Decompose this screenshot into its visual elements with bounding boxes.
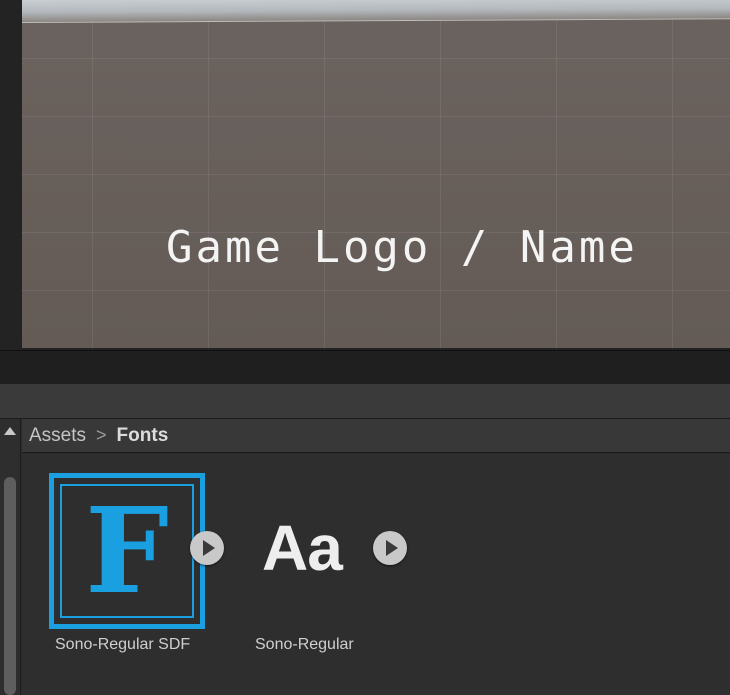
panel-splitter[interactable] — [0, 350, 730, 385]
font-file-icon[interactable]: Aa — [262, 516, 343, 580]
sdf-icon-frame: F — [60, 484, 194, 618]
scrollbar-thumb[interactable] — [4, 477, 16, 695]
project-toolbar — [0, 384, 730, 419]
scene-horizon — [22, 0, 730, 23]
triangle-up-icon[interactable] — [4, 427, 16, 435]
play-icon[interactable] — [190, 531, 224, 565]
asset-label: Sono-Regular SDF — [55, 636, 191, 653]
breadcrumb: Assets > Fonts — [22, 419, 730, 453]
breadcrumb-fonts[interactable]: Fonts — [117, 425, 169, 447]
font-asset-sdf-icon[interactable]: F — [49, 473, 205, 629]
vertical-scrollbar[interactable] — [0, 419, 21, 695]
assets-grid: F Sono-Regular SDF Aa Sono-Regular — [22, 454, 730, 695]
play-icon[interactable] — [373, 531, 407, 565]
scene-title-text[interactable]: Game Logo / Name — [166, 222, 638, 273]
scene-canvas[interactable]: Game Logo / Name — [22, 0, 730, 348]
breadcrumb-assets[interactable]: Assets — [29, 425, 86, 447]
sdf-icon-glyph: F — [85, 481, 169, 620]
scene-view[interactable]: Game Logo / Name — [0, 0, 730, 350]
asset-label: Sono-Regular — [255, 636, 354, 653]
scene-grid — [22, 0, 730, 348]
chevron-right-icon: > — [96, 425, 107, 445]
